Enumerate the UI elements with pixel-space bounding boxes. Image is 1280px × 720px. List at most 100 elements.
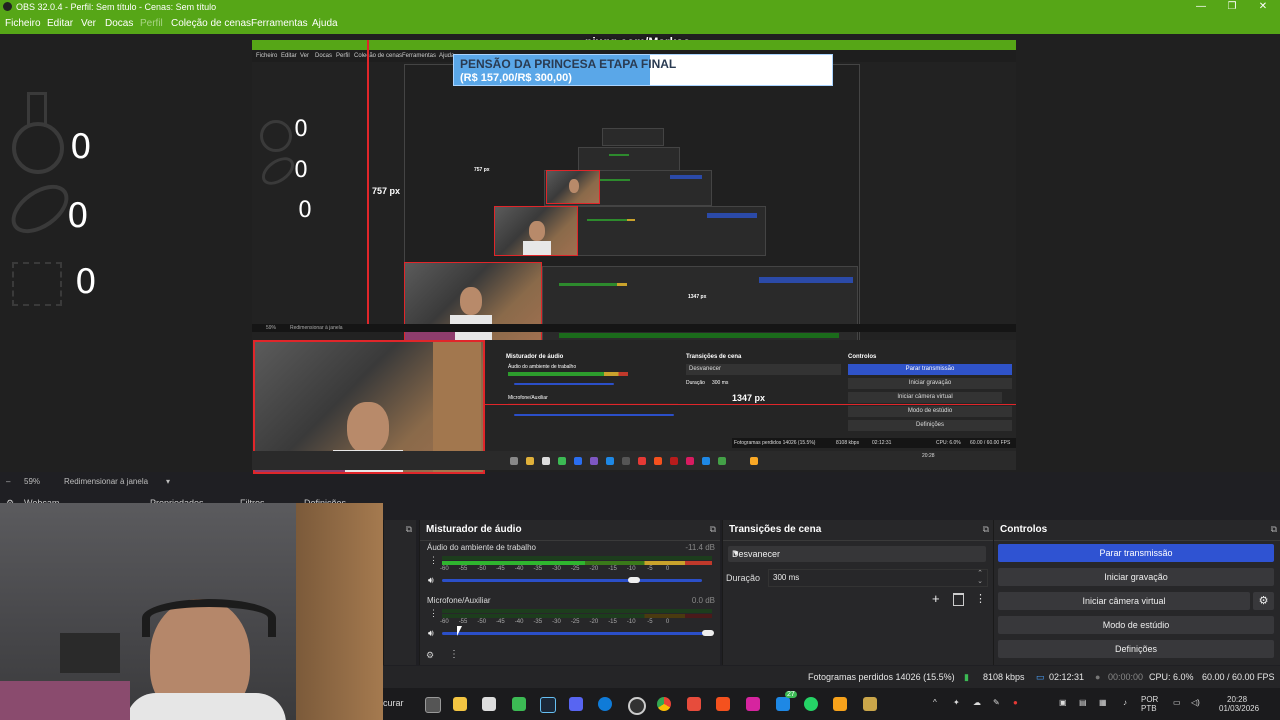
- menu-ferramentas[interactable]: Ferramentas: [251, 14, 308, 34]
- microphone-icon[interactable]: ♪: [1123, 698, 1127, 707]
- menu-perfil[interactable]: Perfil: [140, 14, 163, 34]
- app-icon-gold[interactable]: [863, 697, 877, 711]
- mixer-gear-icon[interactable]: ⚙: [426, 650, 434, 661]
- cage-icon: [12, 262, 62, 306]
- tray-icon-7[interactable]: ▦: [1099, 698, 1107, 707]
- dock-float-icon[interactable]: ⧉: [710, 524, 716, 535]
- tray-icon-1[interactable]: ✦: [953, 698, 960, 707]
- channel-mic-slider[interactable]: [442, 632, 712, 635]
- task-view-icon[interactable]: [425, 697, 441, 713]
- studio-mode-button[interactable]: Modo de estúdio: [998, 616, 1274, 634]
- nested-studio-mode: Modo de estúdio: [848, 406, 1012, 417]
- dock-float-icon[interactable]: ⧉: [983, 524, 989, 535]
- menu-docas[interactable]: Docas: [105, 14, 133, 34]
- banner-amount: (R$ 157,00/R$ 300,00): [460, 72, 572, 84]
- flask-neck-icon: [27, 92, 47, 127]
- volume-icon[interactable]: ◁): [1191, 698, 1200, 707]
- tray-icon-2[interactable]: ☁: [973, 698, 981, 707]
- search-box-fragment[interactable]: curar: [383, 698, 404, 708]
- donation-banner: PENSÃO DA PRINCESA ETAPA FINAL (R$ 157,0…: [453, 54, 833, 86]
- language-line2[interactable]: PTB: [1141, 704, 1157, 713]
- start-virtualcam-button[interactable]: Iniciar câmera virtual: [998, 592, 1250, 610]
- nested-counter-1: 0: [294, 117, 308, 142]
- discord-icon[interactable]: [569, 697, 583, 711]
- chevron-down-icon: ▼: [732, 549, 740, 558]
- close-button[interactable]: ✕: [1248, 0, 1278, 14]
- minimize-button[interactable]: —: [1186, 0, 1216, 14]
- chrome-icon[interactable]: [657, 697, 671, 711]
- menu-colecao-cenas[interactable]: Coleção de cenas: [171, 14, 251, 34]
- nested-transitions-title: Transições de cena: [686, 354, 742, 360]
- nested-menu-ficheiro: Ficheiro: [256, 53, 278, 59]
- whatsapp-icon[interactable]: [804, 697, 818, 711]
- stream-icon: ▭: [1036, 672, 1045, 682]
- nested-menu-perfil: Perfil: [336, 53, 350, 59]
- network-icon[interactable]: ▭: [1173, 698, 1181, 707]
- kebab-menu-icon[interactable]: ⋮: [429, 555, 438, 566]
- app-icon-red[interactable]: [687, 697, 701, 711]
- tray-icon-4[interactable]: ●: [1013, 698, 1018, 707]
- kebab-menu-icon[interactable]: ⋮: [429, 608, 438, 619]
- start-record-button[interactable]: Iniciar gravação: [998, 568, 1274, 586]
- instagram-icon[interactable]: [746, 697, 760, 711]
- sources-dock-edge: ⧉: [383, 520, 783, 665]
- clock-date[interactable]: 01/03/2026: [1219, 704, 1259, 713]
- nested-slider-1: [514, 383, 614, 385]
- store-icon[interactable]: [482, 697, 496, 711]
- nested-dropped: Fotogramas perdidos 14026 (15.5%): [734, 440, 816, 446]
- zoom-level[interactable]: 59%: [24, 476, 40, 488]
- menu-ver[interactable]: Ver: [81, 14, 96, 34]
- channel-desktop-slider-knob[interactable]: [628, 577, 640, 583]
- clock-time[interactable]: 20:28: [1227, 695, 1247, 704]
- tray-icon-6[interactable]: ▤: [1079, 698, 1087, 707]
- cloud-app-icon[interactable]: [833, 697, 847, 711]
- tray-icon-5[interactable]: ▣: [1059, 698, 1067, 707]
- speaker-icon[interactable]: 🔊︎: [428, 576, 437, 585]
- channel-desktop-slider[interactable]: [442, 579, 702, 582]
- nested-menu-editar: Editar: [281, 53, 297, 59]
- dock-float-icon[interactable]: ⧉: [1271, 524, 1277, 535]
- add-transition-icon[interactable]: +: [932, 591, 940, 606]
- mixer-kebab-icon[interactable]: ⋮: [449, 649, 459, 660]
- obs-logo-icon: [3, 2, 12, 11]
- trash-icon[interactable]: [953, 593, 964, 606]
- steam-icon[interactable]: [540, 697, 556, 713]
- nested-transition-select: Desvanecer: [686, 364, 841, 375]
- transition-select[interactable]: Desvanecer ▼: [728, 546, 986, 562]
- file-explorer-icon[interactable]: [453, 697, 467, 711]
- edge-icon[interactable]: [598, 697, 612, 711]
- transition-kebab-icon[interactable]: ⋮: [975, 592, 986, 605]
- channel-mic-meter: [442, 609, 712, 613]
- settings-button[interactable]: Definições: [998, 640, 1274, 658]
- menu-ajuda[interactable]: Ajuda: [312, 14, 338, 34]
- nested-stop-stream: Parar transmissão: [848, 364, 1012, 375]
- nested-controls-title: Controlos: [848, 354, 877, 360]
- signal-icon: ▮: [964, 672, 969, 682]
- speaker-icon[interactable]: 🔊︎: [428, 629, 437, 638]
- notification-badge: 27: [785, 691, 797, 698]
- chevron-down-icon[interactable]: ▾: [166, 476, 170, 488]
- nested-window-5: [602, 128, 664, 146]
- mouse-cursor: [457, 626, 462, 636]
- maximize-button[interactable]: ❐: [1217, 0, 1247, 14]
- duration-spinbox[interactable]: 300 ms ⌃ ⌄: [768, 569, 988, 587]
- bitrate: 8108 kbps: [983, 672, 1025, 682]
- spin-down-icon[interactable]: ⌄: [977, 574, 983, 590]
- title-bar: OBS 32.0.4 - Perfil: Sem título - Cenas:…: [0, 0, 1280, 14]
- channel-mic-name: Microfone/Auxiliar: [427, 596, 491, 605]
- tray-icon-3[interactable]: ✎: [993, 698, 1000, 707]
- tray-chevron-up-icon[interactable]: ^: [933, 698, 937, 707]
- messages-icon[interactable]: [776, 697, 790, 711]
- language-line1[interactable]: POR: [1141, 695, 1158, 704]
- xbox-icon[interactable]: [512, 697, 526, 711]
- resize-label[interactable]: Redimensionar à janela: [64, 476, 148, 488]
- app-icon-orange[interactable]: [716, 697, 730, 711]
- virtualcam-settings-gear-icon[interactable]: ⚙: [1253, 592, 1274, 610]
- obs-icon[interactable]: [628, 697, 646, 715]
- nested-start-virtualcam: Iniciar câmera virtual: [848, 392, 1002, 403]
- channel-mic-slider-knob[interactable]: [702, 630, 714, 636]
- menu-ficheiro[interactable]: Ficheiro: [5, 14, 41, 34]
- menu-editar[interactable]: Editar: [47, 14, 73, 34]
- dock-float-icon[interactable]: ⧉: [406, 524, 412, 535]
- stop-stream-button[interactable]: Parar transmissão: [998, 544, 1274, 562]
